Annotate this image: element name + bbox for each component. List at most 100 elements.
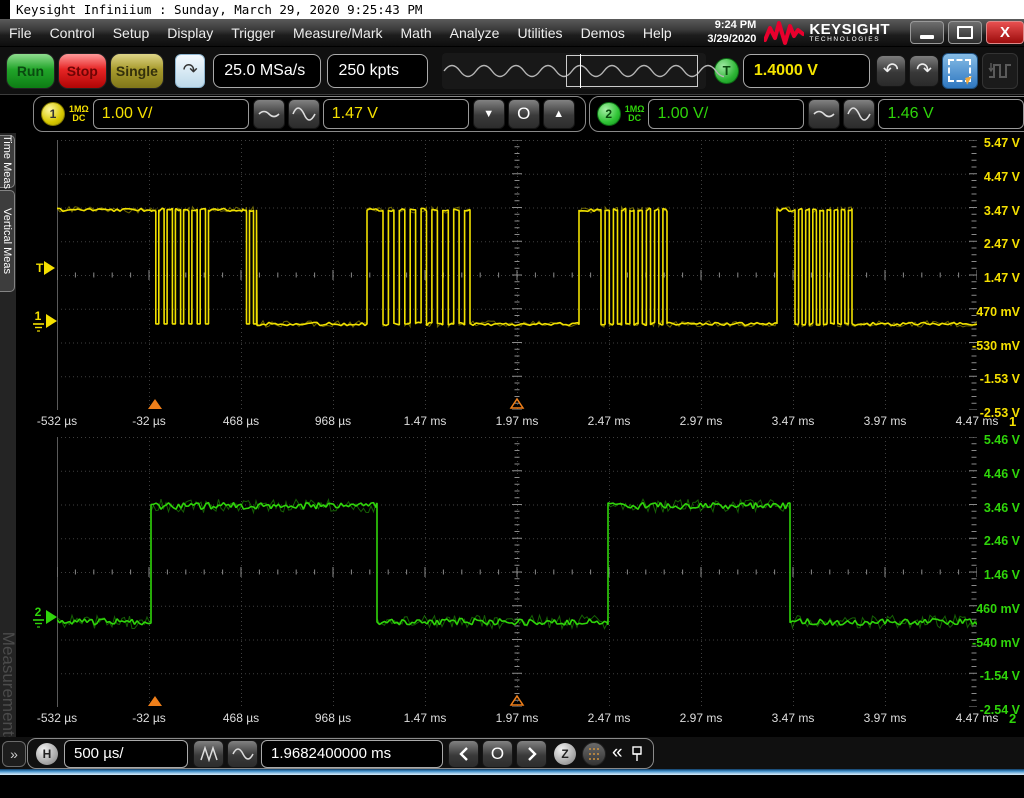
- waveform-tools-button[interactable]: [982, 53, 1018, 89]
- channel-1-coupling[interactable]: 1MΩ DC: [69, 105, 89, 124]
- menu-item-display[interactable]: Display: [158, 25, 222, 41]
- large-wave-icon: [847, 104, 871, 124]
- x-axis-tick-label: -532 µs: [37, 414, 77, 428]
- undo-button[interactable]: ↶: [876, 55, 906, 87]
- memory-depth-field[interactable]: 250 kpts: [327, 54, 428, 88]
- collapse-chevron-icon[interactable]: «: [612, 742, 623, 764]
- menu-item-utilities[interactable]: Utilities: [508, 25, 571, 41]
- small-wave-icon: [813, 108, 835, 120]
- position-left-button[interactable]: [448, 740, 479, 768]
- trigger-level-marker[interactable]: T: [36, 261, 55, 275]
- stop-button[interactable]: Stop: [58, 53, 107, 89]
- time-scale-zoom-in-button[interactable]: [193, 740, 224, 768]
- menu-item-measure-mark[interactable]: Measure/Mark: [284, 25, 391, 41]
- menu-item-control[interactable]: Control: [41, 25, 104, 41]
- y-axis-tick-label: 4.46 V: [984, 467, 1020, 481]
- clear-display-button[interactable]: ↷: [175, 54, 205, 88]
- left-sidebar: Time Meas Vertical Meas Measurements: [0, 133, 16, 737]
- minimize-button[interactable]: [910, 21, 944, 44]
- time-scale-zoom-out-button[interactable]: [227, 740, 258, 768]
- minimize-icon: [920, 35, 934, 39]
- x-axis-tick-label: 968 µs: [315, 711, 351, 725]
- channel-1-badge[interactable]: 1: [41, 102, 65, 126]
- channel-1-scale-down-button[interactable]: [253, 99, 285, 129]
- channel-1-offset-up-button[interactable]: ▲: [543, 99, 575, 129]
- chevron-left-icon: [459, 747, 469, 761]
- channel-2-ground-marker[interactable]: 2: [32, 605, 57, 628]
- menu-item-trigger[interactable]: Trigger: [222, 25, 284, 41]
- channel-1-scale-up-button[interactable]: [288, 99, 320, 129]
- redo-button[interactable]: ↷: [909, 55, 939, 87]
- menu-item-setup[interactable]: Setup: [104, 25, 159, 41]
- channel-2-offset-field[interactable]: 1.46 V: [878, 99, 1024, 129]
- clock[interactable]: 9:24 PM 3/29/2020: [707, 19, 756, 45]
- acquisition-preview[interactable]: [442, 53, 706, 89]
- y-axis-tick-label: 2.47 V: [984, 237, 1020, 251]
- trigger-level-field[interactable]: 1.4000 V: [743, 54, 870, 88]
- small-wave-icon: [258, 108, 280, 120]
- channel-1-scale-field[interactable]: 1.00 V/: [93, 99, 249, 129]
- x-axis-tick-label: 1.97 ms: [496, 414, 539, 428]
- x-axis-tick-label: 3.47 ms: [772, 711, 815, 725]
- brand-name: KEYSIGHT: [809, 22, 890, 37]
- channel-1-group: 1 1MΩ DC 1.00 V/ 1.47 V ▼ O ▲: [33, 96, 586, 132]
- channel-2-coupling[interactable]: 1MΩ DC: [625, 105, 645, 124]
- chevron-up-icon: ▲: [553, 108, 564, 120]
- run-button[interactable]: Run: [6, 53, 55, 89]
- ground-icon: [32, 323, 45, 332]
- tab-vertical-meas[interactable]: Vertical Meas: [0, 190, 15, 292]
- pin-icon[interactable]: [631, 746, 643, 762]
- grid-dots-button[interactable]: [582, 742, 606, 766]
- menu-item-demos[interactable]: Demos: [572, 25, 634, 41]
- channel-1-offset-zero-button[interactable]: O: [508, 99, 540, 129]
- x-axis-labels-top: 1 -532 µs-32 µs468 µs968 µs1.47 ms1.97 m…: [57, 414, 977, 430]
- y-axis-labels-bottom: 5.46 V4.46 V3.46 V2.46 V1.46 V460 mV-540…: [978, 437, 1022, 707]
- channel-2-scale-up-button[interactable]: [843, 99, 875, 129]
- wide-wave-icon: [232, 746, 254, 762]
- y-axis-tick-label: 5.46 V: [984, 433, 1020, 447]
- y-axis-tick-label: 460 mV: [976, 602, 1020, 616]
- x-axis-tick-label: -32 µs: [132, 414, 166, 428]
- close-button[interactable]: X: [986, 21, 1024, 44]
- brand-subtitle: TECHNOLOGIES: [809, 37, 890, 44]
- expand-panel-button[interactable]: »: [2, 741, 26, 767]
- menu-item-math[interactable]: Math: [392, 25, 441, 41]
- channel-1-offset-field[interactable]: 1.47 V: [323, 99, 469, 129]
- sample-rate-field[interactable]: 25.0 MSa/s: [213, 54, 321, 88]
- y-axis-tick-label: 1.46 V: [984, 568, 1020, 582]
- channel-2-scale-down-button[interactable]: [808, 99, 840, 129]
- trigger-marker-icon: [44, 261, 55, 275]
- acquisition-toolbar: Run Stop Single ↷ 25.0 MSa/s 250 kpts T …: [0, 47, 1024, 95]
- preview-window-rect[interactable]: [566, 55, 698, 87]
- channel-2-badge[interactable]: 2: [597, 102, 621, 126]
- single-button[interactable]: Single: [110, 53, 164, 89]
- zoom-badge[interactable]: Z: [554, 743, 576, 765]
- position-right-button[interactable]: [516, 740, 547, 768]
- scope-display-area: 1 -532 µs-32 µs468 µs968 µs1.47 ms1.97 m…: [16, 133, 1024, 737]
- channel-1-plot[interactable]: [57, 140, 977, 410]
- y-axis-tick-label: 4.47 V: [984, 170, 1020, 184]
- channel-marker-icon: [46, 610, 57, 624]
- channel-1-offset-down-button[interactable]: ▼: [473, 99, 505, 129]
- restore-button[interactable]: [948, 21, 982, 44]
- channel-1-ground-marker[interactable]: 1: [32, 309, 57, 332]
- menu-item-file[interactable]: File: [0, 25, 41, 41]
- x-axis-tick-label: 1.97 ms: [496, 711, 539, 725]
- clear-display-icon: ↷: [183, 60, 198, 81]
- zoom-select-button[interactable]: [942, 53, 978, 89]
- cursor-icon: [965, 76, 974, 85]
- menu-item-analyze[interactable]: Analyze: [441, 25, 509, 41]
- position-zero-button[interactable]: O: [482, 740, 513, 768]
- tab-time-meas[interactable]: Time Meas: [0, 135, 15, 188]
- waveform-arrows-icon: [987, 59, 1013, 83]
- chevron-right-icon: [527, 747, 537, 761]
- x-axis-tick-label: 1.47 ms: [404, 711, 447, 725]
- horizontal-position-field[interactable]: 1.9682400000 ms: [261, 740, 443, 768]
- preview-trigger-line: [580, 54, 581, 88]
- channel-2-scale-field[interactable]: 1.00 V/: [648, 99, 804, 129]
- channel-2-plot[interactable]: [57, 437, 977, 707]
- time-scale-field[interactable]: 500 µs/: [64, 740, 188, 768]
- y-axis-tick-label: -1.53 V: [980, 372, 1020, 386]
- menu-item-help[interactable]: Help: [634, 25, 681, 41]
- horizontal-badge[interactable]: H: [36, 743, 58, 765]
